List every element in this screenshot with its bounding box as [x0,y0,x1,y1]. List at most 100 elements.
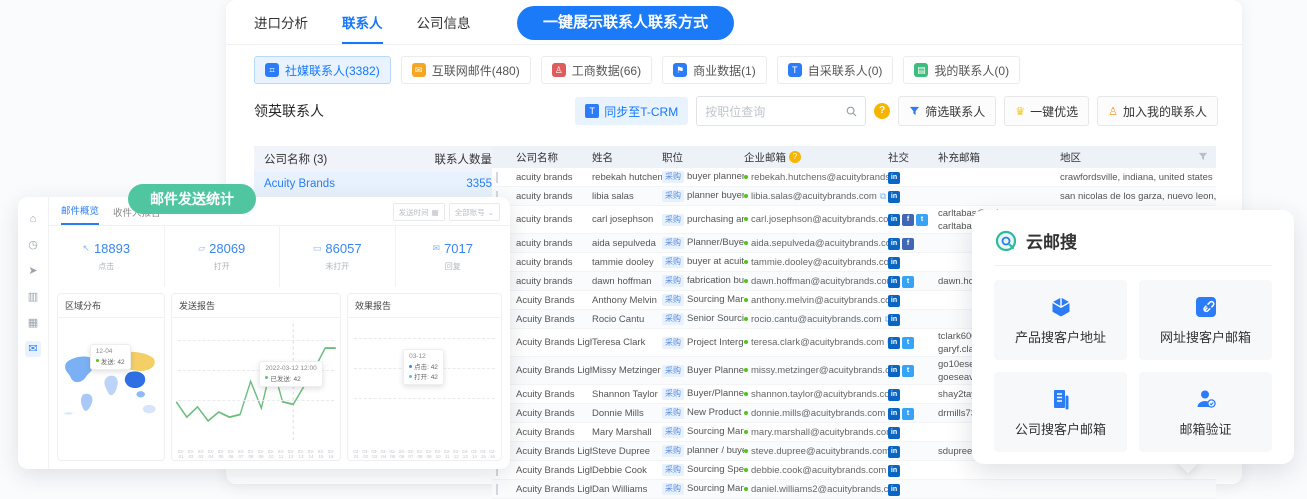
linkedin-icon[interactable]: in [888,172,900,184]
contact-row: acuity brandsrebekah hutchens采购buyer pla… [492,168,1216,187]
send-report-chart: 2022-03-12 12:00已发送: 4203-0103-0203-0303… [172,318,340,460]
linkedin-icon[interactable]: in [888,337,900,349]
chip-label: 工商数据(66) [572,62,641,79]
search-icon[interactable] [846,106,857,117]
source-chip-2[interactable]: ♙工商数据(66) [541,56,652,84]
source-chip-0[interactable]: ⌗社媒联系人(3382) [254,56,391,84]
cell-social: in [888,445,938,458]
send-icon[interactable]: ➤ [25,263,41,279]
tcrm-icon: T [585,104,599,118]
contacts-table-header: 公司名称 姓名 职位 企业邮箱 ? 社交 补充邮箱 地区 [492,146,1216,168]
home-icon[interactable]: ⌂ [25,211,41,227]
linkedin-icon[interactable]: in [888,191,900,203]
feature-card-1[interactable]: 网址搜客户邮箱 [1139,280,1272,360]
brand-row: 云邮搜 [972,210,1294,265]
procurement-tag: 采购 [662,313,684,325]
procurement-tag: 采购 [662,237,684,249]
twitter-icon[interactable]: t [902,408,914,420]
linkedin-icon[interactable]: in [888,427,900,439]
feature-card-2[interactable]: 公司搜客户邮箱 [994,372,1127,452]
briefcase-icon[interactable]: ▥ [25,289,41,305]
cell-company: Acuity Brands Lighting [516,465,592,476]
account-select[interactable]: 全部账号 ⌄ [449,203,500,221]
cell-name: Steve Dupree [592,446,662,457]
linkedin-icon[interactable]: in [888,465,900,477]
facebook-icon[interactable]: f [902,238,914,250]
row-checkbox[interactable] [496,484,498,495]
feature-card-3[interactable]: 邮箱验证 [1139,372,1272,452]
clock-icon[interactable]: ◷ [25,237,41,253]
email-text: rocio.cantu@acuitybrands.com [751,314,882,325]
mailbox-icon[interactable]: ✉ [25,341,41,357]
source-chip-4[interactable]: T自采联系人(0) [777,56,894,84]
source-chip-5[interactable]: ▤我的联系人(0) [903,56,1020,84]
tbox-icon: T [788,63,802,77]
company-row-0[interactable]: Acuity Brands3355 [254,172,502,197]
twitter-icon[interactable]: t [902,276,914,288]
help-icon[interactable]: ? [874,103,890,119]
procurement-tag: 采购 [662,464,684,476]
linkedin-icon[interactable]: in [888,276,900,288]
line-x-labels: 03-0103-0203-0303-0403-0503-0603-0703-08… [176,449,336,459]
cell-company: Acuity Brands Lighting [516,337,592,348]
region-filter-icon[interactable] [1198,152,1208,162]
world-map-image [58,318,164,460]
yunyousou-panel: 云邮搜 产品搜客户地址网址搜客户邮箱公司搜客户邮箱邮箱验证 [972,210,1294,464]
linkedin-icon[interactable]: in [888,257,900,269]
procurement-tag: 采购 [662,294,684,306]
email-help-icon[interactable]: ? [789,151,801,163]
cell-title: 采购Project Intergration [662,337,744,349]
linkedin-icon[interactable]: in [888,446,900,458]
cell-email: daniel.williams2@acuitybrands.com⧉ [744,484,888,495]
cell-social: int [888,275,938,288]
mail-panel-sidebar: ⌂ ◷ ➤ ▥ ▦ ✉ [18,197,49,469]
twitter-icon[interactable]: t [916,214,928,226]
linkedin-icon[interactable]: in [888,389,900,401]
mail-icon: ✉ [412,63,426,77]
linkedin-icon[interactable]: in [888,365,900,377]
cell-title: 采购fabrication buyer an [662,275,744,287]
cell-title: 采购planner / buyer / pr [662,445,744,457]
send-time-input[interactable]: 发送时间 ▦ [393,203,445,221]
filter-contacts-button[interactable]: 筛选联系人 [898,96,996,126]
mail-stat-0: ↖18893点击 [49,225,165,287]
mail-tab-0[interactable]: 邮件概览 [61,203,99,225]
add-to-my-contacts-button[interactable]: ♙ 加入我的联系人 [1097,96,1218,126]
mail-stats-callout-pill: 邮件发送统计 [128,184,256,214]
linkedin-icon[interactable]: in [888,295,900,307]
twitter-icon[interactable]: t [902,365,914,377]
linkedin-icon[interactable]: in [888,408,900,420]
linkedin-icon[interactable]: in [888,484,900,496]
cell-title: 采购Sourcing Specialist [662,464,744,476]
region-map: 12-04发送: 42 [58,318,164,460]
search-input[interactable]: 按职位查询 [696,96,866,126]
cell-email: teresa.clark@acuitybrands.com⧉ [744,337,888,348]
yunyousou-logo-icon [994,229,1018,253]
sync-tcrm-button[interactable]: T 同步至T-CRM [575,97,688,125]
cell-name: Missy Metzinger [592,365,662,376]
facebook-icon[interactable]: f [902,214,914,226]
report-icon[interactable]: ▦ [25,315,41,331]
cell-title: 采购Sourcing Manager [662,483,744,495]
linkedin-icon[interactable]: in [888,238,900,250]
procurement-tag: 采购 [662,171,684,183]
toolbar: T 同步至T-CRM 按职位查询 ? 筛选联系人 ♛ 一键优选 [575,96,1218,126]
company-name: Acuity Brands [254,178,466,190]
region-chart-title: 区域分布 [58,294,164,318]
row-checkbox[interactable] [496,172,498,183]
mail-panel-filters: 发送时间 ▦ 全部账号 ⌄ [393,203,500,221]
tab-2[interactable]: 公司信息 [417,12,471,45]
title-text: Sourcing Manager - [687,426,744,437]
feature-card-0[interactable]: 产品搜客户地址 [994,280,1127,360]
twitter-icon[interactable]: t [902,337,914,349]
tab-0[interactable]: 进口分析 [254,12,308,45]
mail-panel-content: 邮件概览收件人报告 发送时间 ▦ 全部账号 ⌄ ↖18893点击▱28069打开… [49,197,510,469]
source-chip-3[interactable]: ⚑商业数据(1) [662,56,767,84]
one-click-select-button[interactable]: ♛ 一键优选 [1004,96,1089,126]
source-chip-1[interactable]: ✉互联网邮件(480) [401,56,531,84]
copy-icon[interactable]: ⧉ [880,191,886,201]
procurement-tag: 采购 [662,388,684,400]
tab-1[interactable]: 联系人 [342,12,383,45]
linkedin-icon[interactable]: in [888,214,900,226]
linkedin-icon[interactable]: in [888,314,900,326]
